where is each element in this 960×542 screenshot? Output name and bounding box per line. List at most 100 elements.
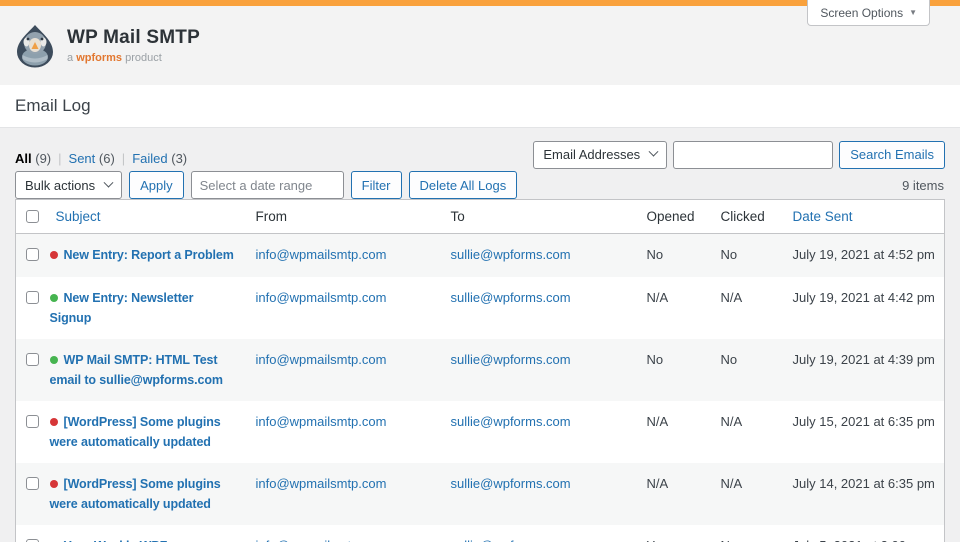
opened-cell: N/A bbox=[637, 401, 711, 463]
plugin-title: WP Mail SMTP bbox=[67, 27, 200, 49]
subject-cell: [WordPress] Some plugins were automatica… bbox=[50, 463, 246, 525]
view-all-label: All bbox=[15, 151, 32, 166]
to-cell: sullie@wpforms.com bbox=[441, 525, 637, 542]
from-cell: info@wpmailsmtp.com bbox=[246, 277, 441, 339]
row-checkbox-cell bbox=[16, 234, 50, 278]
clicked-cell: N/A bbox=[711, 463, 783, 525]
date-sent-cell: July 5, 2021 at 2:00 pm bbox=[783, 525, 945, 542]
subject-cell: New Entry: Report a Problem bbox=[50, 234, 246, 278]
table-row: New Entry: Report a Problem info@wpmails… bbox=[16, 234, 945, 278]
wp-mail-smtp-email-log-page: Screen Options ▼ WP Mail SMTP a wpforms … bbox=[0, 0, 960, 542]
from-email-link[interactable]: info@wpmailsmtp.com bbox=[256, 247, 387, 262]
bulk-actions-select[interactable]: Bulk actions bbox=[15, 171, 122, 199]
status-failed-dot bbox=[50, 251, 58, 259]
clicked-cell: No bbox=[711, 525, 783, 542]
page-title-band: Email Log bbox=[0, 85, 960, 128]
table-row: [WordPress] Some plugins were automatica… bbox=[16, 463, 945, 525]
column-header-to: To bbox=[441, 200, 637, 234]
view-sent-count: (6) bbox=[99, 151, 115, 166]
to-cell: sullie@wpforms.com bbox=[441, 463, 637, 525]
clicked-cell: No bbox=[711, 339, 783, 401]
items-count: 9 items bbox=[902, 178, 945, 193]
opened-cell: No bbox=[637, 234, 711, 278]
opened-cell: Yes bbox=[637, 525, 711, 542]
search-field-select[interactable]: Email Addresses bbox=[533, 141, 667, 169]
apply-button[interactable]: Apply bbox=[129, 171, 184, 199]
subject-cell: WP Mail SMTP: HTML Test email to sullie@… bbox=[50, 339, 246, 401]
view-sent-link[interactable]: Sent (6) bbox=[51, 151, 115, 166]
table-row: [WordPress] Some plugins were automatica… bbox=[16, 401, 945, 463]
row-checkbox[interactable] bbox=[26, 291, 39, 304]
bulk-actions-controls: Bulk actions Apply Filter Delete All Log… bbox=[15, 171, 517, 199]
pigeon-logo-icon bbox=[15, 24, 55, 68]
from-email-link[interactable]: info@wpmailsmtp.com bbox=[256, 538, 387, 542]
status-sent-dot bbox=[50, 356, 58, 364]
to-email-link[interactable]: sullie@wpforms.com bbox=[451, 247, 571, 262]
view-failed-label: Failed bbox=[132, 151, 167, 166]
from-cell: info@wpmailsmtp.com bbox=[246, 339, 441, 401]
to-email-link[interactable]: sullie@wpforms.com bbox=[451, 414, 571, 429]
column-header-subject[interactable]: Subject bbox=[50, 200, 246, 234]
page-title: Email Log bbox=[15, 96, 91, 116]
row-checkbox[interactable] bbox=[26, 353, 39, 366]
email-log-table: Subject From To Opened Clicked Date Sent… bbox=[15, 199, 945, 542]
view-failed-link[interactable]: Failed (3) bbox=[115, 151, 187, 166]
date-sent-cell: July 19, 2021 at 4:39 pm bbox=[783, 339, 945, 401]
email-subject-link[interactable]: WP Mail SMTP: HTML Test email to sullie@… bbox=[50, 353, 223, 387]
search-emails-button[interactable]: Search Emails bbox=[839, 141, 945, 169]
row-checkbox[interactable] bbox=[26, 248, 39, 261]
to-email-link[interactable]: sullie@wpforms.com bbox=[451, 538, 571, 542]
plugin-title-block: WP Mail SMTP a wpforms product bbox=[67, 27, 200, 64]
opened-cell: No bbox=[637, 339, 711, 401]
email-subject-link[interactable]: New Entry: Report a Problem bbox=[64, 248, 234, 262]
table-row: Your Weekly WPForms Summary info@wpmails… bbox=[16, 525, 945, 542]
view-filter-links: All (9)Sent (6)Failed (3) bbox=[15, 151, 187, 168]
table-row: New Entry: Newsletter Signup info@wpmail… bbox=[16, 277, 945, 339]
date-range-input[interactable] bbox=[191, 171, 344, 199]
screen-options-button[interactable]: Screen Options ▼ bbox=[807, 0, 930, 26]
subtitle-prefix: a bbox=[67, 52, 73, 64]
from-cell: info@wpmailsmtp.com bbox=[246, 525, 441, 542]
to-email-link[interactable]: sullie@wpforms.com bbox=[451, 290, 571, 305]
bulk-actions-selected-value: Bulk actions bbox=[25, 178, 95, 193]
opened-cell: N/A bbox=[637, 277, 711, 339]
select-all-checkbox[interactable] bbox=[26, 210, 39, 223]
email-log-content: All (9)Sent (6)Failed (3) Email Addresse… bbox=[0, 141, 960, 542]
email-subject-link[interactable]: New Entry: Newsletter Signup bbox=[50, 291, 194, 325]
to-email-link[interactable]: sullie@wpforms.com bbox=[451, 476, 571, 491]
column-header-date-sent[interactable]: Date Sent bbox=[783, 200, 945, 234]
column-header-from: From bbox=[246, 200, 441, 234]
row-checkbox[interactable] bbox=[26, 415, 39, 428]
from-email-link[interactable]: info@wpmailsmtp.com bbox=[256, 414, 387, 429]
opened-cell: N/A bbox=[637, 463, 711, 525]
view-failed-count: (3) bbox=[171, 151, 187, 166]
chevron-down-icon bbox=[104, 177, 114, 187]
chevron-down-icon bbox=[649, 147, 659, 157]
from-email-link[interactable]: info@wpmailsmtp.com bbox=[256, 290, 387, 305]
row-checkbox[interactable] bbox=[26, 477, 39, 490]
view-all-link[interactable]: All (9) bbox=[15, 151, 51, 166]
delete-all-logs-button[interactable]: Delete All Logs bbox=[409, 171, 518, 199]
email-subject-link[interactable]: [WordPress] Some plugins were automatica… bbox=[50, 415, 221, 449]
date-sent-cell: July 15, 2021 at 6:35 pm bbox=[783, 401, 945, 463]
column-header-opened: Opened bbox=[637, 200, 711, 234]
plugin-subtitle: a wpforms product bbox=[67, 52, 200, 64]
row-checkbox-cell bbox=[16, 401, 50, 463]
table-row: WP Mail SMTP: HTML Test email to sullie@… bbox=[16, 339, 945, 401]
from-cell: info@wpmailsmtp.com bbox=[246, 463, 441, 525]
search-input[interactable] bbox=[673, 141, 833, 169]
to-email-link[interactable]: sullie@wpforms.com bbox=[451, 352, 571, 367]
clicked-cell: N/A bbox=[711, 401, 783, 463]
from-email-link[interactable]: info@wpmailsmtp.com bbox=[256, 352, 387, 367]
column-header-clicked: Clicked bbox=[711, 200, 783, 234]
from-cell: info@wpmailsmtp.com bbox=[246, 401, 441, 463]
email-subject-link[interactable]: [WordPress] Some plugins were automatica… bbox=[50, 477, 221, 511]
to-cell: sullie@wpforms.com bbox=[441, 339, 637, 401]
subject-cell: Your Weekly WPForms Summary bbox=[50, 525, 246, 542]
row-checkbox-cell bbox=[16, 277, 50, 339]
from-email-link[interactable]: info@wpmailsmtp.com bbox=[256, 476, 387, 491]
search-field-selected-value: Email Addresses bbox=[543, 147, 640, 162]
filter-button[interactable]: Filter bbox=[351, 171, 402, 199]
table-header-row: Subject From To Opened Clicked Date Sent bbox=[16, 200, 945, 234]
to-cell: sullie@wpforms.com bbox=[441, 401, 637, 463]
